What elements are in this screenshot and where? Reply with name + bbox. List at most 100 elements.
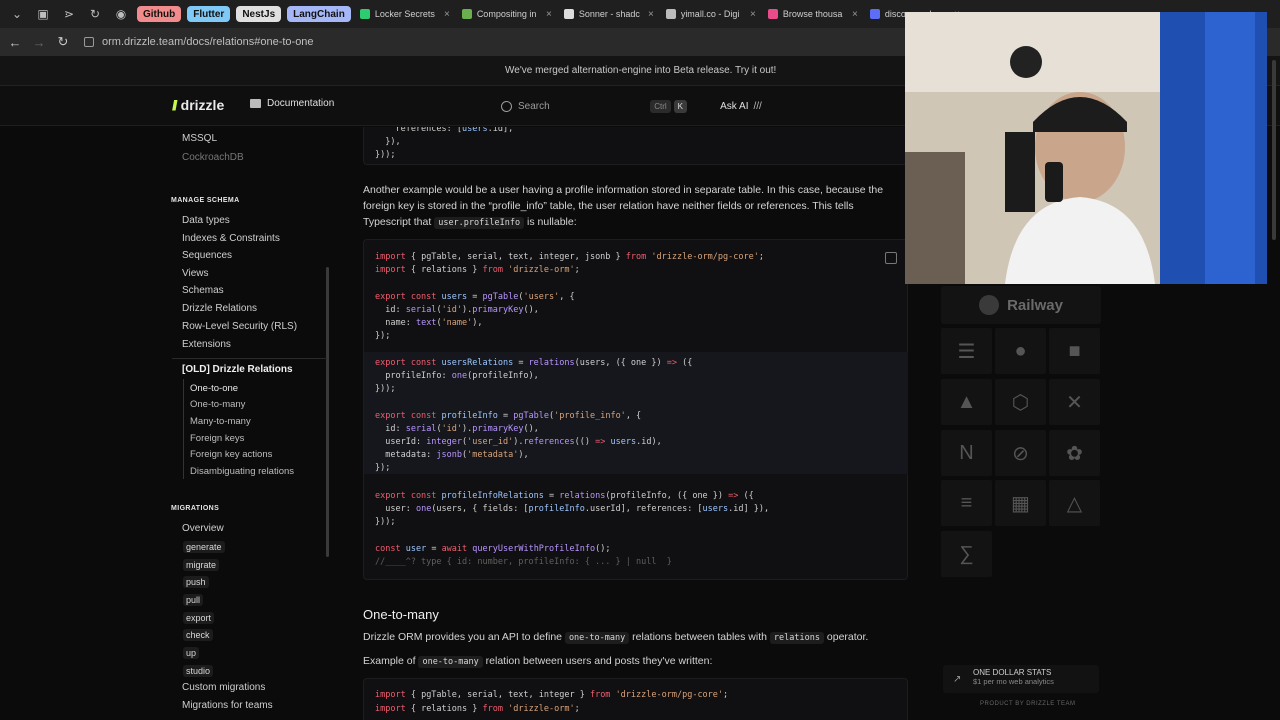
sponsor-logo-icon[interactable]: ⬡ bbox=[995, 379, 1046, 425]
sidebar-item-sequences[interactable]: Sequences bbox=[182, 250, 232, 261]
close-tab-icon[interactable]: × bbox=[546, 9, 552, 20]
sidebar-cmd-pull[interactable]: pull bbox=[183, 594, 204, 606]
ask-ai-label: Ask AI bbox=[720, 100, 749, 112]
code-block-profile-info: import { pgTable, serial, text, integer,… bbox=[363, 239, 908, 580]
forward-icon[interactable]: → bbox=[30, 35, 48, 50]
sponsor-logo-icon[interactable]: ▲ bbox=[941, 379, 992, 425]
sidebar-cmd-studio[interactable]: studio bbox=[183, 665, 214, 677]
documentation-link[interactable]: Documentation bbox=[250, 98, 334, 109]
sponsor-logo-icon[interactable]: ☰ bbox=[941, 328, 992, 374]
bookmark-nestjs[interactable]: NestJs bbox=[236, 6, 282, 22]
reload-icon[interactable]: ↻ bbox=[54, 34, 72, 50]
code-line: user: one(users, { fields: [profileInfo.… bbox=[375, 504, 770, 514]
docs-main-content: references: [users.id], }), })); Another… bbox=[332, 127, 908, 720]
sponsor-logo-icon[interactable]: ≡ bbox=[941, 480, 992, 526]
sidebar-item-drizzle-relations[interactable]: Drizzle Relations bbox=[182, 303, 257, 314]
kbd-k: K bbox=[673, 99, 687, 113]
railway-label: Railway bbox=[1007, 296, 1063, 314]
sidebar-cmd-up[interactable]: up bbox=[183, 647, 200, 659]
globe-icon[interactable]: ◉ bbox=[108, 3, 134, 25]
close-tab-icon[interactable]: × bbox=[648, 9, 654, 20]
sidebar-sub-one-to-one[interactable]: One-to-one bbox=[190, 383, 238, 394]
page-scrollbar[interactable] bbox=[1272, 60, 1276, 240]
url-field[interactable]: orm.drizzle.team/docs/relations#one-to-o… bbox=[84, 36, 314, 48]
sponsor-logo-icon[interactable]: ▦ bbox=[995, 480, 1046, 526]
sidebar-cmd-check[interactable]: check bbox=[183, 629, 213, 641]
sponsor-logo-icon[interactable]: △ bbox=[1049, 480, 1100, 526]
sponsor-railway[interactable]: Railway bbox=[941, 286, 1101, 324]
sidebar-item-schemas[interactable]: Schemas bbox=[182, 285, 224, 296]
site-info-icon[interactable] bbox=[84, 37, 94, 47]
sidebar-item-rls[interactable]: Row-Level Security (RLS) bbox=[182, 321, 297, 332]
code-line: import { relations } from 'drizzle-orm'; bbox=[375, 265, 580, 275]
sidebar-sub-one-to-many[interactable]: One-to-many bbox=[190, 399, 245, 410]
sidebar-sub-many-to-many[interactable]: Many-to-many bbox=[190, 416, 251, 427]
search-placeholder: Search bbox=[518, 100, 550, 112]
sidebar-item-indexes[interactable]: Indexes & Constraints bbox=[182, 233, 280, 244]
code-line: id: serial('id').primaryKey(), bbox=[375, 424, 539, 434]
sidebar-item-data-types[interactable]: Data types bbox=[182, 215, 230, 226]
sidebar-cmd-push[interactable]: push bbox=[183, 576, 209, 588]
sidebar-item-custom-migrations[interactable]: Custom migrations bbox=[182, 682, 265, 693]
bookmark-flutter[interactable]: Flutter bbox=[187, 6, 231, 22]
sidebar-item-extensions[interactable]: Extensions bbox=[182, 339, 231, 350]
sidebar-item-mssql[interactable]: MSSQL bbox=[182, 133, 217, 144]
reload-shortcut-icon[interactable]: ↻ bbox=[82, 3, 108, 25]
tab-strip: Locker Secrets × Compositing in × Sonner - s… bbox=[354, 3, 966, 25]
browser-tab[interactable]: Compositing in × bbox=[456, 3, 558, 25]
trend-icon: ↗ bbox=[953, 674, 962, 685]
sidebar-sub-fk-actions[interactable]: Foreign key actions bbox=[190, 449, 272, 460]
sidebar-item-cockroachdb[interactable]: CockroachDB bbox=[182, 152, 244, 163]
sidebar-divider bbox=[172, 358, 327, 359]
code-line: export const profileInfo = pgTable('prof… bbox=[375, 411, 642, 421]
sponsor-logo-icon[interactable]: ■ bbox=[1049, 328, 1100, 374]
copy-icon[interactable] bbox=[885, 252, 897, 264]
sponsor-logo-icon[interactable]: ✕ bbox=[1049, 379, 1100, 425]
para2-text-a: Drizzle ORM provides you an API to defin… bbox=[363, 631, 565, 643]
sidebar-sub-disambiguating[interactable]: Disambiguating relations bbox=[190, 466, 294, 477]
sidebar-scrollbar[interactable] bbox=[326, 267, 329, 557]
sidebar-item-migrations-teams[interactable]: Migrations for teams bbox=[182, 700, 273, 711]
browser-tab[interactable]: Locker Secrets × bbox=[354, 3, 456, 25]
tab-favicon-icon bbox=[869, 9, 880, 19]
browser-tab[interactable]: Browse thousa × bbox=[762, 3, 864, 25]
sponsor-logo-icon[interactable]: ⊘ bbox=[995, 430, 1046, 476]
code-line: }); bbox=[375, 331, 391, 341]
tab-label: Compositing in bbox=[476, 9, 537, 19]
sidebar-item-views[interactable]: Views bbox=[182, 268, 209, 279]
sidebar-cmd-generate[interactable]: generate bbox=[183, 541, 225, 553]
sponsor-logo-icon[interactable]: ∑ bbox=[941, 531, 992, 577]
inline-code-one-to-many-2: one-to-many bbox=[418, 656, 483, 668]
bookmark-github[interactable]: Github bbox=[137, 6, 182, 22]
close-tab-icon[interactable]: × bbox=[444, 9, 450, 20]
sidebar-cmd-export[interactable]: export bbox=[183, 612, 215, 624]
sidebar-item-overview[interactable]: Overview bbox=[182, 523, 224, 534]
paragraph-one-to-many: Drizzle ORM provides you an API to defin… bbox=[363, 629, 903, 646]
browser-tab[interactable]: yimall.co - Digi × bbox=[660, 3, 762, 25]
app-icon[interactable]: ▣ bbox=[30, 3, 56, 25]
code-line: import { pgTable, serial, text, integer,… bbox=[375, 252, 764, 262]
back-icon[interactable]: ← bbox=[6, 35, 24, 50]
sparkle-icon: /// bbox=[753, 100, 762, 112]
sponsor-logo-icon[interactable]: ● bbox=[995, 328, 1046, 374]
drizzle-logo[interactable]: /// drizzle bbox=[172, 97, 224, 113]
close-tab-icon[interactable]: × bbox=[852, 9, 858, 20]
paragraph-profile-info: Another example would be a user having a… bbox=[363, 182, 903, 231]
bookmark-langchain[interactable]: LangChain bbox=[287, 6, 351, 22]
sidebar-sub-foreign-keys[interactable]: Foreign keys bbox=[190, 433, 244, 444]
tab-list-chevron-icon[interactable]: ⌄ bbox=[4, 3, 30, 25]
inline-code-user-profileinfo: user.profileInfo bbox=[434, 217, 525, 229]
sponsor-logo-icon[interactable]: ✿ bbox=[1049, 430, 1100, 476]
webcam-overlay bbox=[905, 12, 1267, 284]
sidebar-cmd-migrate[interactable]: migrate bbox=[183, 559, 220, 571]
sponsor-logo-icon[interactable]: N bbox=[941, 430, 992, 476]
shortcut-icon[interactable]: ⋗ bbox=[56, 3, 82, 25]
sidebar-item-old-relations[interactable]: [OLD] Drizzle Relations bbox=[182, 364, 293, 375]
one-dollar-stats-card[interactable]: ↗ ONE DOLLAR STATS $1 per mo web analyti… bbox=[943, 665, 1099, 693]
code-line: }), bbox=[375, 137, 401, 147]
ask-ai-button[interactable]: Ask AI /// bbox=[708, 94, 774, 118]
close-tab-icon[interactable]: × bbox=[750, 9, 756, 20]
browser-tab[interactable]: Sonner - shadc × bbox=[558, 3, 660, 25]
kbd-ctrl: Ctrl bbox=[650, 99, 671, 113]
search-button[interactable]: Search Ctrl K bbox=[495, 93, 693, 119]
